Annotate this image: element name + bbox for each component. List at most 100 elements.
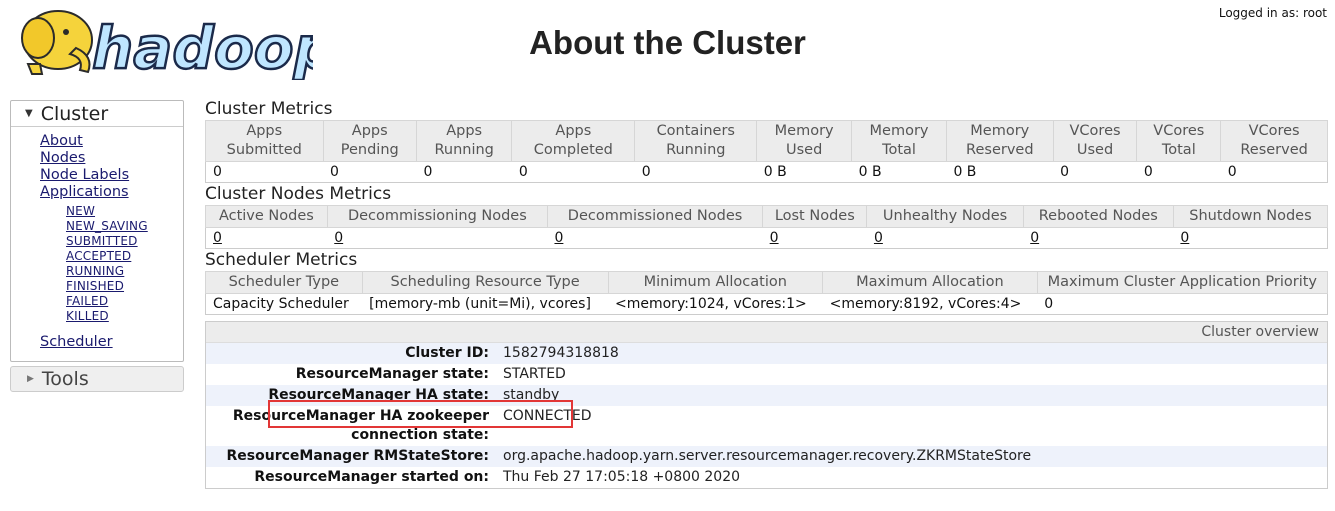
overview-row: Cluster ID: 1582794318818 — [206, 343, 1327, 364]
sidebar-link-scheduler[interactable]: Scheduler — [40, 334, 183, 351]
node-metrics-table: Active Nodes Decommissioning Nodes Decom… — [205, 205, 1329, 249]
col-scheduling-resource-type[interactable]: Scheduling Resource Type — [361, 271, 609, 294]
col-apps-completed[interactable]: Apps Completed — [511, 120, 636, 162]
col-active-nodes[interactable]: Active Nodes — [205, 205, 328, 228]
table-cell: 0 — [511, 161, 635, 183]
table-cell: 0 — [1220, 161, 1328, 183]
table-cell: 0 B — [851, 161, 947, 183]
cluster-metrics-title: Cluster Metrics — [205, 99, 333, 119]
table-cell: 0 — [1173, 227, 1328, 249]
shutdown-nodes-link[interactable]: 0 — [1180, 230, 1189, 246]
cluster-metrics-table: Apps Submitted Apps Pending Apps Running Ap… — [205, 120, 1328, 183]
col-scheduler-type[interactable]: Scheduler Type — [205, 271, 363, 294]
table-cell: 0 — [547, 227, 763, 249]
table-cell: 0 — [1037, 293, 1328, 315]
cluster-accordion: ▼ Cluster About Nodes Node Labels Applic… — [10, 100, 184, 362]
lost-nodes-link[interactable]: 0 — [770, 230, 779, 246]
overview-row: ResourceManager started on: Thu Feb 27 1… — [206, 467, 1327, 488]
col-rebooted-nodes[interactable]: Rebooted Nodes — [1022, 205, 1174, 228]
sidebar-link-nodes[interactable]: Nodes — [40, 150, 183, 167]
col-memory-reserved[interactable]: Memory Reserved — [945, 120, 1054, 162]
table-cell: <memory:1024, vCores:1> — [608, 293, 823, 315]
app-state-accepted[interactable]: ACCEPTED — [66, 249, 183, 264]
overview-value: org.apache.hadoop.yarn.server.resourcema… — [503, 448, 1032, 464]
node-metrics-title: Cluster Nodes Metrics — [205, 184, 392, 204]
col-decommissioned-nodes[interactable]: Decommissioned Nodes — [546, 205, 764, 228]
table-cell: 0 — [1023, 227, 1174, 249]
app-state-new-saving[interactable]: NEW_SAVING — [66, 219, 183, 234]
cluster-overview-title: Cluster overview — [206, 322, 1327, 343]
scheduler-metrics-title: Scheduler Metrics — [205, 250, 358, 270]
unhealthy-nodes-link[interactable]: 0 — [874, 230, 883, 246]
scheduler-metrics-table: Scheduler Type Scheduling Resource Type … — [205, 271, 1329, 315]
col-memory-total[interactable]: Memory Total — [851, 120, 947, 162]
col-apps-pending[interactable]: Apps Pending — [322, 120, 417, 162]
col-memory-used[interactable]: Memory Used — [756, 120, 853, 162]
table-cell: 0 B — [756, 161, 852, 183]
app-state-killed[interactable]: KILLED — [66, 309, 183, 324]
table-cell: 0 — [205, 227, 328, 249]
table-cell: 0 — [1053, 161, 1137, 183]
col-shutdown-nodes[interactable]: Shutdown Nodes — [1172, 205, 1329, 228]
sidebar-link-node-labels[interactable]: Node Labels — [40, 167, 183, 184]
app-state-list: NEW NEW_SAVING SUBMITTED ACCEPTED RUNNIN… — [40, 204, 183, 324]
table-cell: 0 — [416, 161, 512, 183]
decommissioned-nodes-link[interactable]: 0 — [554, 230, 563, 246]
overview-value: 1582794318818 — [503, 345, 619, 361]
col-apps-running[interactable]: Apps Running — [415, 120, 513, 162]
col-apps-submitted[interactable]: Apps Submitted — [205, 120, 324, 162]
app-state-new[interactable]: NEW — [66, 204, 183, 219]
col-maximum-allocation[interactable]: Maximum Allocation — [822, 271, 1038, 294]
col-vcores-used[interactable]: VCores Used — [1052, 120, 1138, 162]
col-containers-running[interactable]: Containers Running — [634, 120, 758, 162]
cluster-accordion-header[interactable]: ▼ Cluster — [11, 101, 183, 127]
overview-key: Cluster ID: — [405, 345, 489, 361]
col-lost-nodes[interactable]: Lost Nodes — [762, 205, 868, 228]
sidebar: ▼ Cluster About Nodes Node Labels Applic… — [10, 100, 184, 392]
table-cell: 0 — [327, 227, 548, 249]
sidebar-link-about[interactable]: About — [40, 133, 183, 150]
table-cell: 0 B — [946, 161, 1054, 183]
col-minimum-allocation[interactable]: Minimum Allocation — [607, 271, 824, 294]
table-cell: <memory:8192, vCores:4> — [822, 293, 1038, 315]
table-cell: 0 — [634, 161, 757, 183]
active-nodes-link[interactable]: 0 — [213, 230, 222, 246]
cluster-accordion-title: Cluster — [40, 102, 109, 125]
col-unhealthy-nodes[interactable]: Unhealthy Nodes — [866, 205, 1024, 228]
col-vcores-reserved[interactable]: VCores Reserved — [1220, 120, 1328, 162]
main-content: Cluster Metrics Apps Submitted Apps Pendin… — [205, 98, 1329, 489]
page-title: About the Cluster — [529, 24, 806, 61]
sidebar-link-applications[interactable]: Applications — [40, 184, 183, 201]
overview-key: ResourceManager started on: — [254, 469, 489, 485]
overview-key: ResourceManager state: — [295, 366, 489, 382]
app-state-running[interactable]: RUNNING — [66, 264, 183, 279]
ha-state-highlight-box — [268, 400, 573, 428]
overview-key: ResourceManager RMStateStore: — [226, 448, 490, 464]
rebooted-nodes-link[interactable]: 0 — [1030, 230, 1039, 246]
app-state-submitted[interactable]: SUBMITTED — [66, 234, 183, 249]
app-state-finished[interactable]: FINISHED — [66, 279, 183, 294]
col-decommissioning-nodes[interactable]: Decommissioning Nodes — [326, 205, 548, 228]
table-cell: 0 — [762, 227, 867, 249]
triangle-right-icon: ▶ — [27, 374, 34, 384]
col-vcores-total[interactable]: VCores Total — [1136, 120, 1222, 162]
overview-value: STARTED — [503, 366, 566, 382]
triangle-down-icon: ▼ — [25, 108, 33, 119]
decommissioning-nodes-link[interactable]: 0 — [334, 230, 343, 246]
table-row: 0 0 0 0 0 0 0 — [205, 227, 1328, 249]
overview-row: ResourceManager RMStateStore: org.apache… — [206, 446, 1327, 467]
app-state-failed[interactable]: FAILED — [66, 294, 183, 309]
table-cell: [memory-mb (unit=Mi), vcores] — [362, 293, 608, 315]
table-cell: Capacity Scheduler — [205, 293, 363, 315]
table-cell: 0 — [1136, 161, 1221, 183]
table-row: 0 0 0 0 0 0 B 0 B 0 B 0 0 0 — [205, 161, 1328, 183]
overview-value: Thu Feb 27 17:05:18 +0800 2020 — [503, 469, 741, 485]
table-row: Capacity Scheduler [memory-mb (unit=Mi),… — [205, 293, 1328, 315]
overview-row: ResourceManager state: STARTED — [206, 364, 1327, 385]
tools-accordion-header[interactable]: ▶ Tools — [10, 366, 184, 392]
logged-in-user: Logged in as: root — [1218, 6, 1327, 20]
tools-accordion-title: Tools — [41, 368, 89, 390]
table-cell: 0 — [205, 161, 324, 183]
table-cell: 0 — [323, 161, 417, 183]
col-max-app-priority[interactable]: Maximum Cluster Application Priority — [1036, 271, 1329, 294]
